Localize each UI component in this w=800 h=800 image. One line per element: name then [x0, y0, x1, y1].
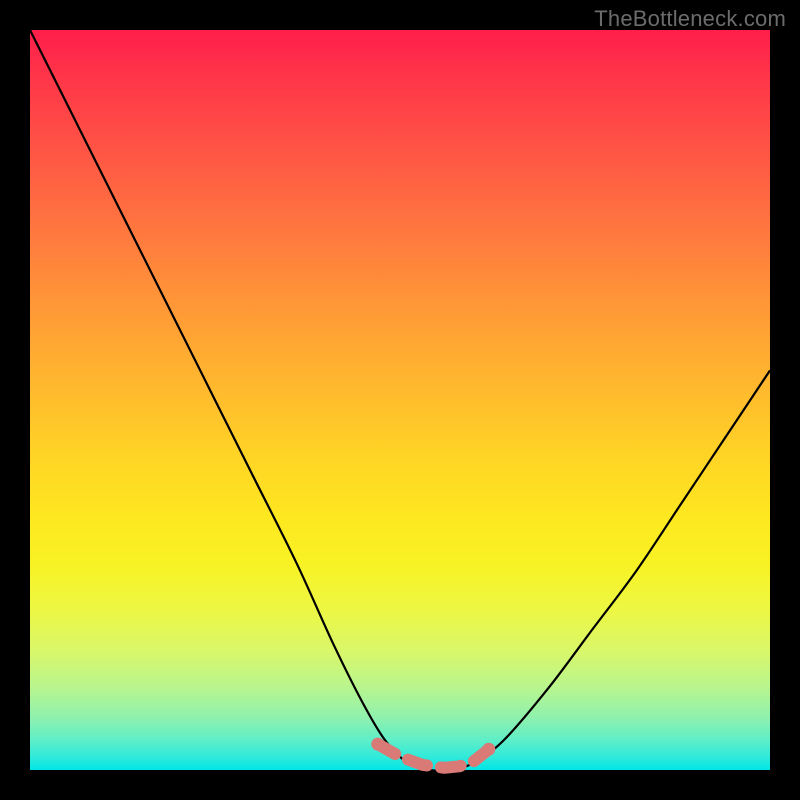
bottleneck-curve	[30, 30, 770, 771]
curve-layer	[30, 30, 770, 770]
trough-marker-dot	[482, 743, 495, 756]
watermark-text: TheBottleneck.com	[594, 6, 786, 32]
chart-frame: TheBottleneck.com	[0, 0, 800, 800]
trough-marker-group	[371, 738, 495, 768]
trough-marker-dot	[371, 738, 384, 751]
trough-marker	[378, 744, 489, 768]
plot-area	[30, 30, 770, 770]
